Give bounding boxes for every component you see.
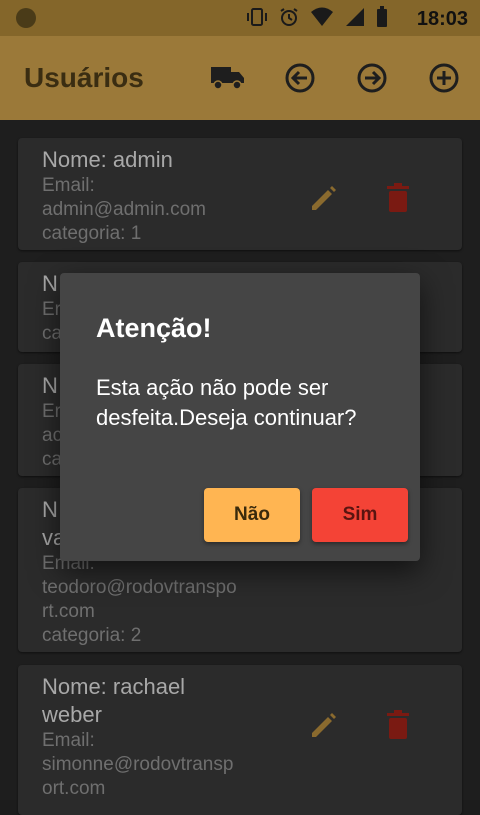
dialog-message: Esta ação não pode ser desfeita.Deseja c…	[96, 375, 357, 430]
dialog-title: Atenção!	[96, 313, 212, 343]
confirm-dialog: Atenção! Esta ação não pode ser desfeita…	[60, 273, 420, 561]
confirm-button[interactable]: Sim	[312, 488, 408, 542]
cancel-button[interactable]: Não	[204, 488, 300, 542]
